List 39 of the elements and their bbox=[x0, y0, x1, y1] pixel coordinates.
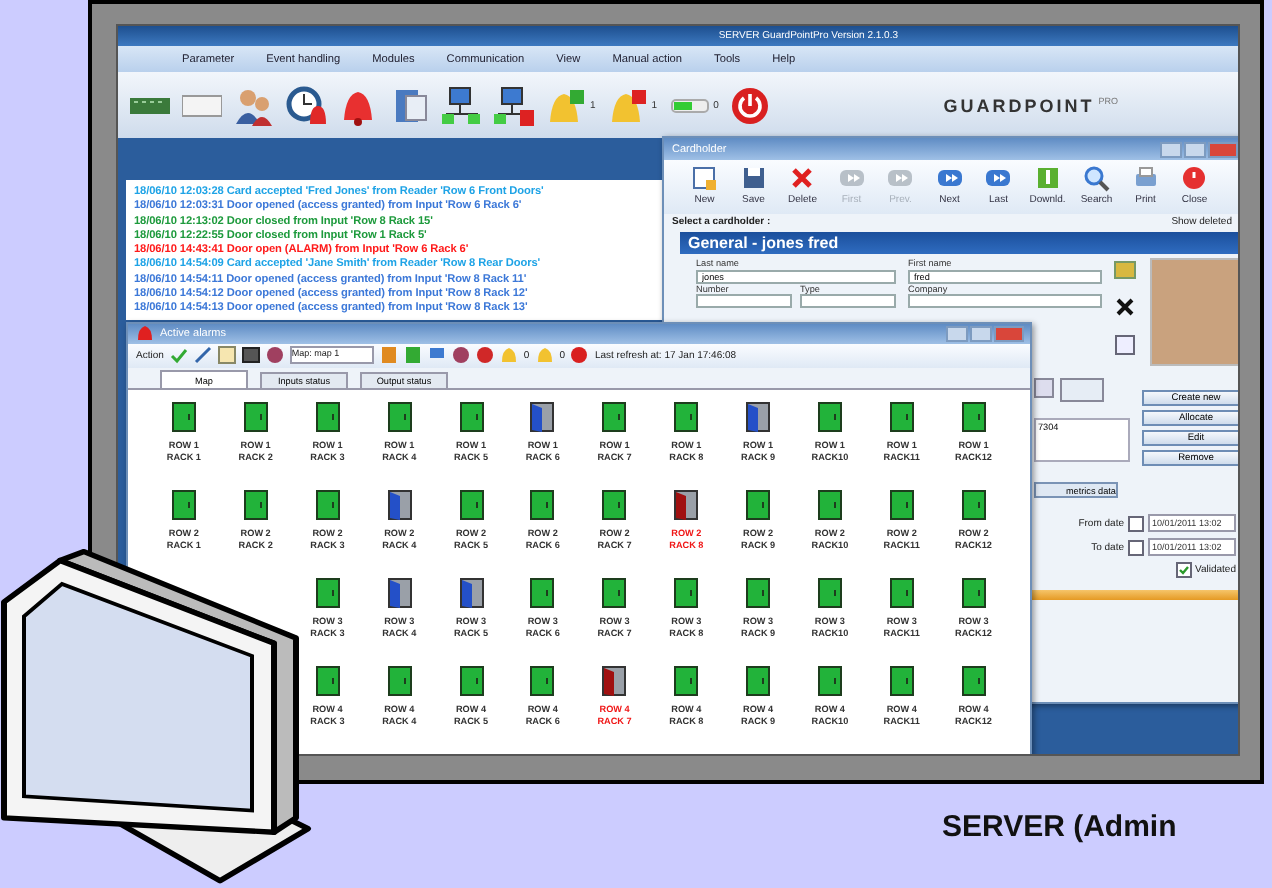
door-open-icon[interactable] bbox=[387, 578, 412, 608]
cardholder-header: General - jones fred bbox=[680, 232, 1238, 254]
door-alarm-icon[interactable] bbox=[602, 666, 627, 696]
download-icon bbox=[1033, 164, 1062, 192]
check-icon[interactable] bbox=[169, 346, 188, 365]
checkbox[interactable] bbox=[1128, 515, 1144, 531]
delete-icon[interactable] bbox=[1114, 296, 1136, 318]
clock-icon[interactable] bbox=[286, 85, 326, 125]
company-field[interactable] bbox=[908, 294, 1102, 308]
bell-alert-icon[interactable] bbox=[607, 85, 648, 125]
print-icon bbox=[1131, 164, 1160, 192]
number-field[interactable] bbox=[696, 294, 792, 308]
caption: SERVER (Admin bbox=[942, 810, 1177, 844]
delete-icon bbox=[788, 164, 817, 192]
door-open-icon[interactable] bbox=[387, 490, 412, 520]
close-icon bbox=[1180, 164, 1209, 192]
next-icon bbox=[935, 164, 964, 192]
last-icon bbox=[984, 164, 1013, 192]
logo-text: GUARDPOINT bbox=[943, 95, 1095, 115]
save-icon bbox=[739, 164, 768, 192]
door-open-icon[interactable] bbox=[746, 402, 771, 432]
door-open-icon[interactable] bbox=[459, 578, 483, 608]
users-icon[interactable] bbox=[234, 85, 274, 125]
previous-icon bbox=[886, 164, 915, 192]
door-open-icon[interactable] bbox=[530, 402, 555, 432]
new-document-icon bbox=[690, 164, 719, 192]
stop-icon[interactable] bbox=[475, 346, 494, 365]
folder-icon[interactable] bbox=[1114, 258, 1136, 280]
checkbox[interactable] bbox=[1128, 539, 1144, 555]
door-alarm-icon[interactable] bbox=[674, 490, 699, 520]
photo-placeholder bbox=[1150, 258, 1238, 366]
card-reader-button[interactable] bbox=[1060, 378, 1104, 402]
first-icon bbox=[837, 164, 866, 192]
alarm-icon bbox=[136, 324, 154, 343]
checkbox[interactable] bbox=[1175, 562, 1192, 578]
pencil-icon[interactable] bbox=[193, 346, 212, 365]
search-icon bbox=[1082, 164, 1111, 192]
network-alert-icon[interactable] bbox=[494, 85, 534, 125]
bell-check-icon[interactable] bbox=[546, 85, 586, 125]
